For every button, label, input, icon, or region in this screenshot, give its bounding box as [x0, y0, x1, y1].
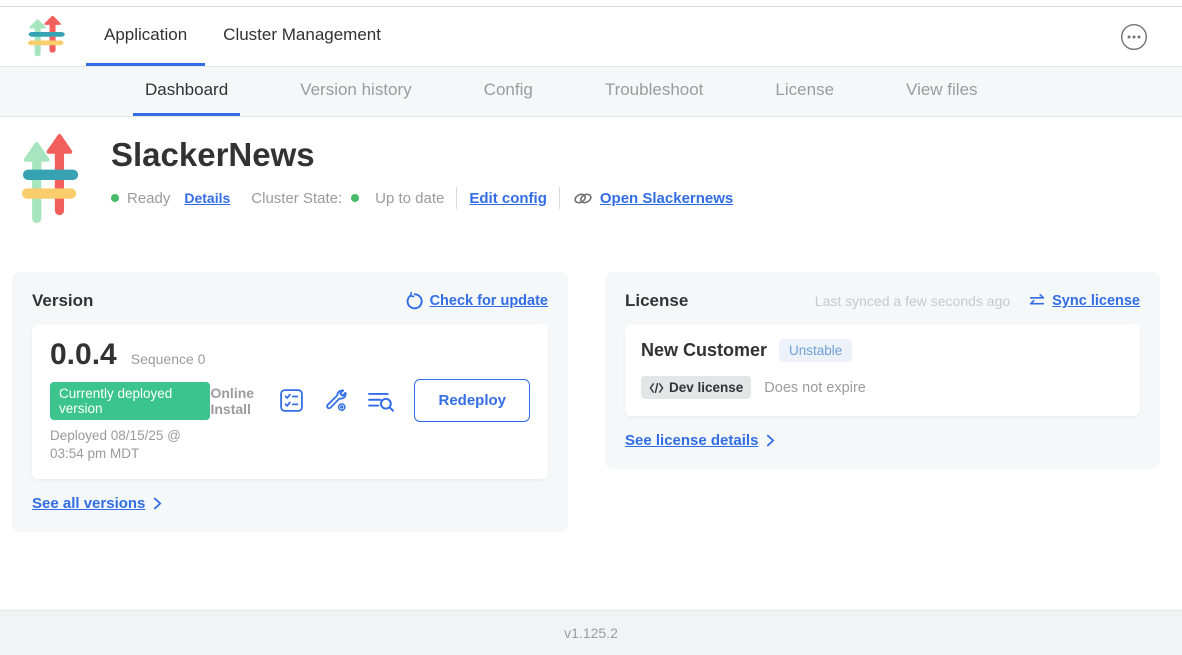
- tab-cluster-management-label: Cluster Management: [223, 25, 381, 45]
- subnav-tab-view-files[interactable]: View files: [894, 67, 990, 116]
- see-license-details-link[interactable]: See license details: [625, 432, 758, 449]
- subnav-tab-troubleshoot-label: Troubleshoot: [605, 80, 704, 100]
- tab-cluster-management[interactable]: Cluster Management: [205, 7, 399, 66]
- app-header: SlackerNews Ready Details Cluster State:…: [0, 117, 1182, 227]
- code-brackets-icon: [649, 382, 664, 394]
- license-card-title: License: [625, 291, 688, 311]
- chevron-right-icon: [153, 497, 162, 510]
- deploy-logs-button[interactable]: [367, 389, 395, 413]
- subnav-tab-license-label: License: [775, 80, 834, 100]
- license-summary-panel: New Customer Unstable Dev license Does n…: [625, 324, 1140, 416]
- divider: [456, 187, 457, 209]
- tab-application-label: Application: [104, 25, 187, 45]
- version-card: Version Check for update 0.0.4 Sequence …: [12, 272, 568, 532]
- license-type-label: Dev license: [669, 380, 743, 395]
- see-all-versions-link[interactable]: See all versions: [32, 495, 145, 512]
- status-details-link[interactable]: Details: [184, 190, 230, 206]
- license-expiry: Does not expire: [764, 380, 866, 396]
- license-type-tag: Dev license: [641, 376, 751, 399]
- check-for-update-link[interactable]: Check for update: [405, 292, 548, 311]
- subnav-tab-config-label: Config: [484, 80, 533, 100]
- console-version: v1.125.2: [564, 625, 618, 641]
- config-values-button[interactable]: [323, 388, 348, 413]
- app-sub-nav: Dashboard Version history Config Trouble…: [0, 67, 1182, 117]
- dashboard-cards: Version Check for update 0.0.4 Sequence …: [12, 272, 1160, 532]
- currently-deployed-badge: Currently deployed version: [50, 382, 210, 420]
- cluster-state-label: Cluster State:: [251, 190, 342, 207]
- logs-magnifier-icon: [367, 389, 395, 413]
- cluster-state-value: Up to date: [375, 190, 444, 207]
- version-number: 0.0.4: [50, 338, 117, 372]
- subnav-tab-dashboard-label: Dashboard: [145, 80, 228, 100]
- deployed-timestamp: Deployed 08/15/25 @ 03:54 pm MDT: [50, 427, 210, 463]
- subnav-tab-license[interactable]: License: [763, 67, 846, 116]
- ellipsis-circle-icon: [1120, 23, 1148, 51]
- rotate-ccw-icon: [405, 292, 424, 311]
- tab-application[interactable]: Application: [86, 7, 205, 66]
- wrench-gear-icon: [323, 388, 348, 413]
- sequence-label: Sequence 0: [131, 351, 206, 367]
- slackernews-logo-icon: [28, 15, 66, 58]
- open-app-link-label: Open Slackernews: [600, 190, 733, 207]
- divider: [559, 187, 560, 209]
- top-nav-bar: Application Cluster Management: [0, 7, 1182, 67]
- app-logo-large: [22, 132, 80, 227]
- channel-badge: Unstable: [779, 339, 852, 362]
- subnav-tab-version-history-label: Version history: [300, 80, 412, 100]
- app-logo-small: [28, 15, 66, 58]
- preflight-checks-button[interactable]: [279, 388, 304, 413]
- subnav-tab-troubleshoot[interactable]: Troubleshoot: [593, 67, 716, 116]
- subnav-tab-version-history[interactable]: Version history: [288, 67, 424, 116]
- cluster-state-dot: [351, 194, 359, 202]
- sync-license-label: Sync license: [1052, 293, 1140, 309]
- subnav-tab-config[interactable]: Config: [472, 67, 545, 116]
- open-app-link[interactable]: Open Slackernews: [572, 190, 733, 207]
- license-card: License Last synced a few seconds ago Sy…: [605, 272, 1160, 469]
- sync-license-link[interactable]: Sync license: [1028, 293, 1140, 309]
- app-footer: v1.125.2: [0, 610, 1182, 655]
- last-synced-label: Last synced a few seconds ago: [815, 293, 1010, 309]
- slackernews-logo-icon: [22, 132, 80, 227]
- page-title: SlackerNews: [111, 136, 733, 174]
- app-status-dot: [111, 194, 119, 202]
- preflight-checklist-icon: [279, 388, 304, 413]
- customer-name: New Customer: [641, 340, 767, 361]
- chevron-right-icon: [766, 434, 775, 447]
- install-type-label: Online Install: [210, 385, 260, 417]
- top-divider: [0, 0, 1182, 7]
- redeploy-button[interactable]: Redeploy: [414, 379, 530, 422]
- subnav-tab-view-files-label: View files: [906, 80, 978, 100]
- more-menu-button[interactable]: [1120, 23, 1148, 51]
- subnav-tab-dashboard[interactable]: Dashboard: [133, 67, 240, 116]
- chain-link-icon: [572, 190, 594, 207]
- check-for-update-label: Check for update: [430, 293, 548, 309]
- current-version-panel: 0.0.4 Sequence 0 Currently deployed vers…: [32, 324, 548, 479]
- edit-config-link[interactable]: Edit config: [469, 190, 547, 207]
- app-status-label: Ready: [127, 190, 170, 207]
- version-card-title: Version: [32, 291, 93, 311]
- arrows-exchange-icon: [1028, 293, 1046, 309]
